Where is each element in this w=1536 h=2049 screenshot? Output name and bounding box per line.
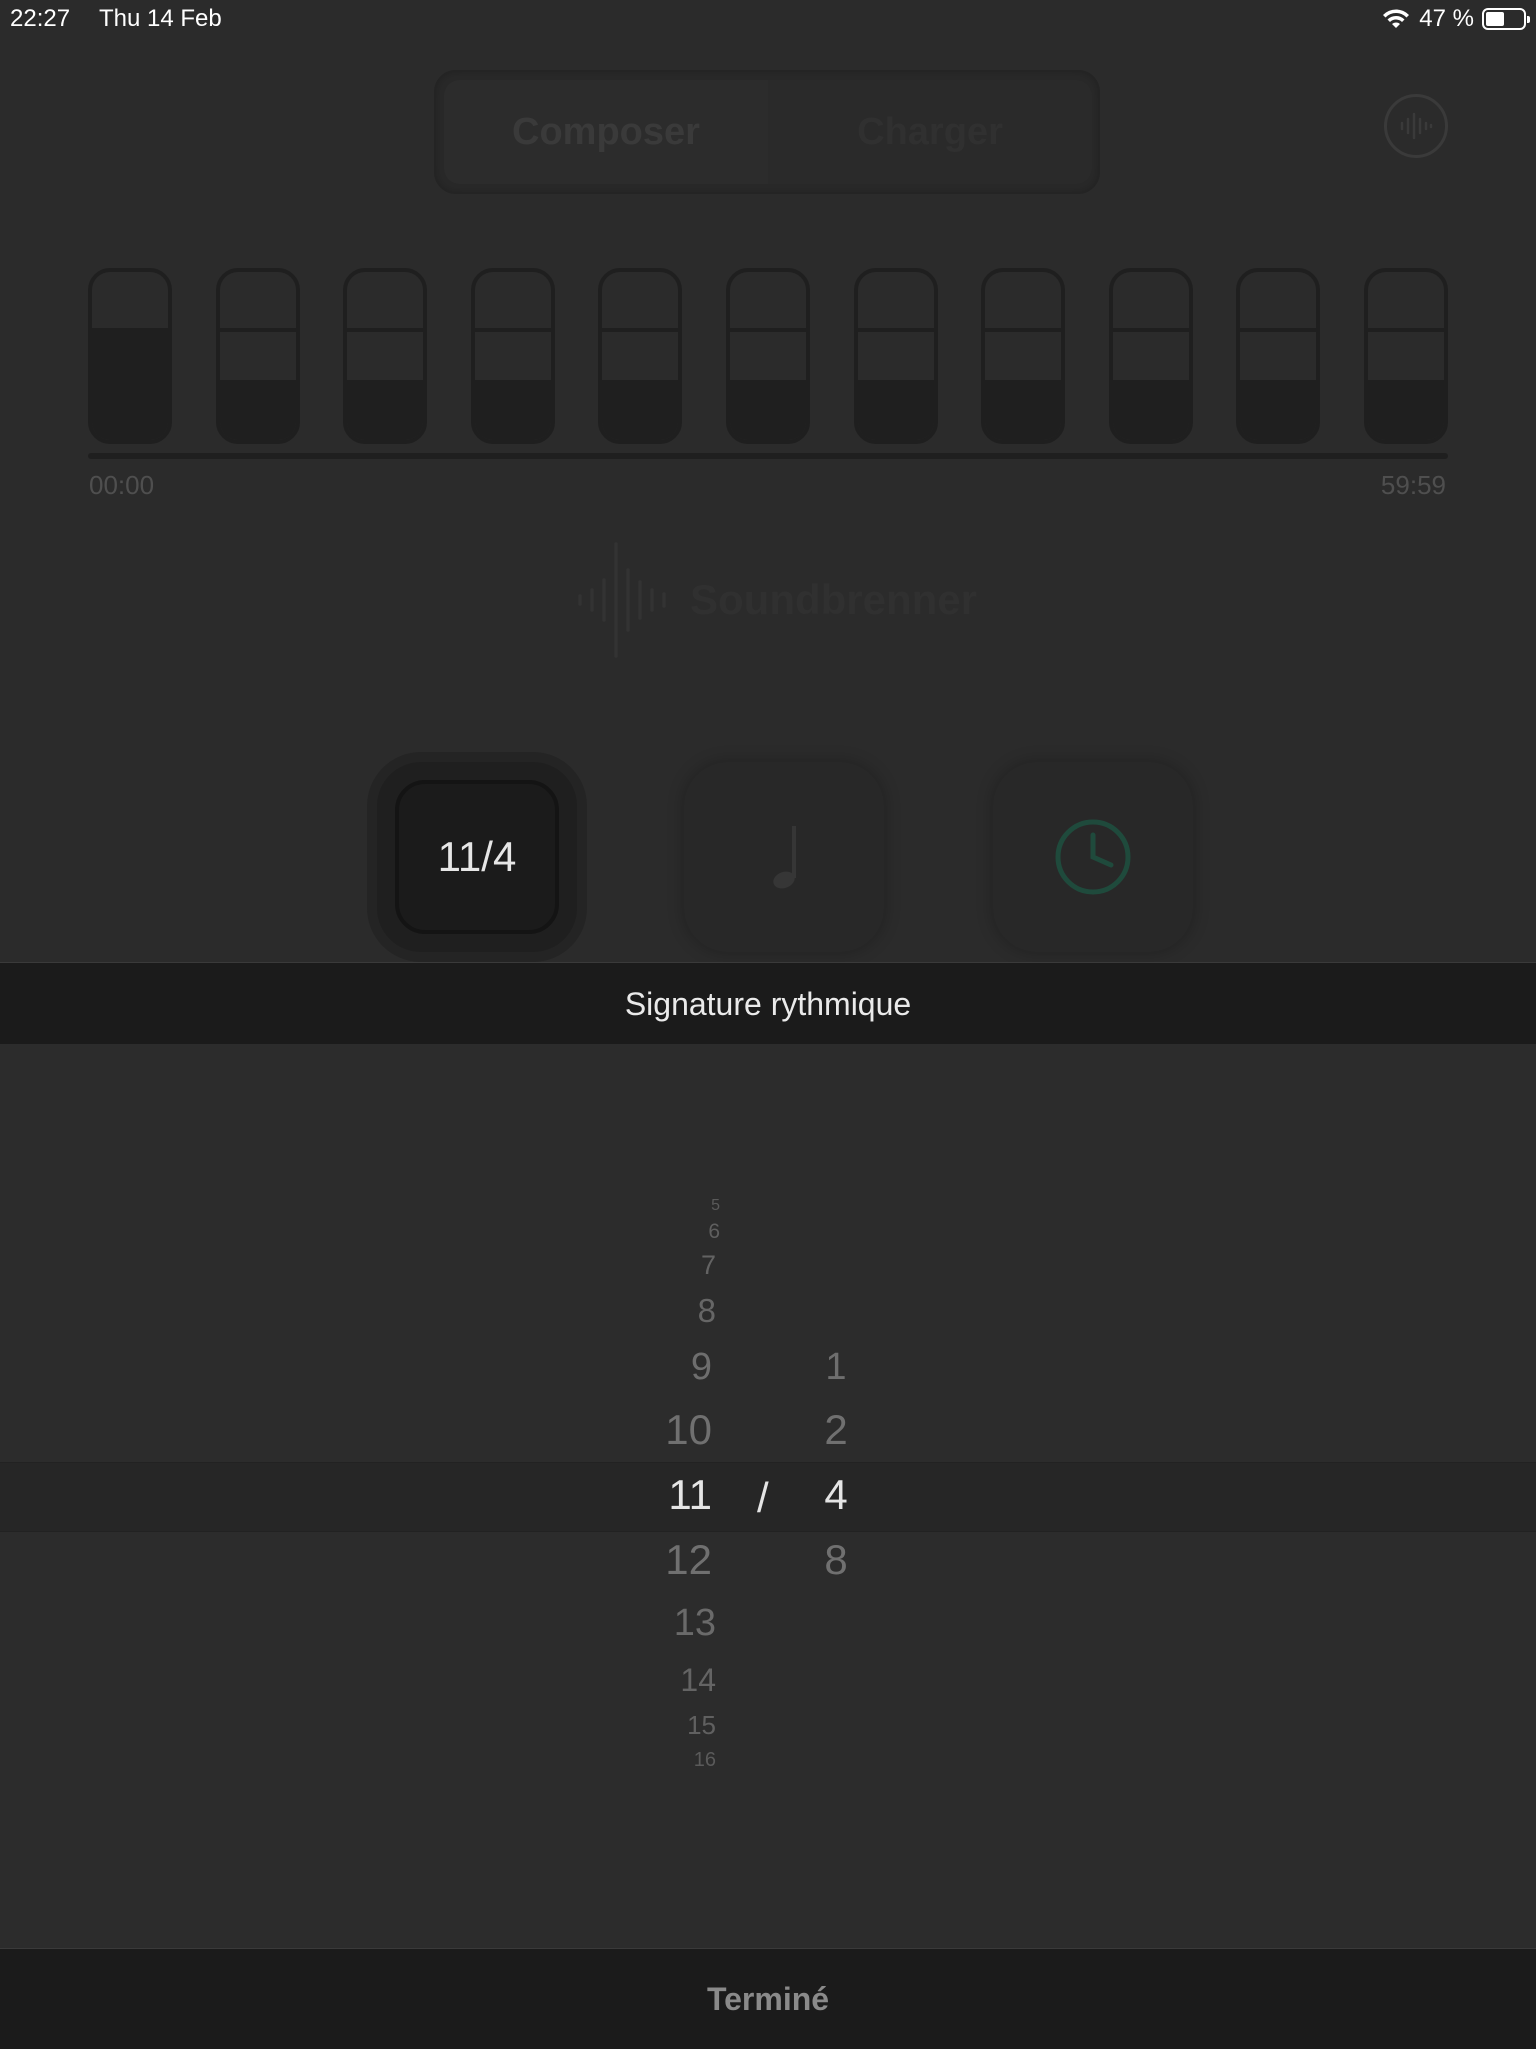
numerator-option[interactable]: 6 — [690, 1221, 720, 1242]
numerator-option-selected[interactable]: 11 — [662, 1474, 712, 1516]
logo-text: Soundbrenner — [690, 576, 978, 623]
measure-bar[interactable] — [854, 268, 938, 444]
device-button[interactable] — [1384, 94, 1448, 158]
numerator-option[interactable]: 9 — [680, 1348, 712, 1386]
timer-button[interactable] — [993, 762, 1193, 952]
measure-bar[interactable] — [88, 268, 172, 444]
measure-bar[interactable] — [1364, 268, 1448, 444]
subdivision-button[interactable] — [684, 762, 884, 952]
measure-bar[interactable] — [981, 268, 1065, 444]
measure-bar[interactable] — [471, 268, 555, 444]
status-date: Thu 14 Feb — [99, 5, 222, 32]
picker-separator: / — [757, 1474, 769, 1521]
numerator-option[interactable]: 5 — [696, 1198, 720, 1214]
soundbrenner-logo: Soundbrenner — [576, 540, 977, 660]
tab-compose[interactable]: Composer — [444, 80, 768, 184]
measure-bars — [88, 268, 1448, 444]
numerator-option[interactable]: 13 — [666, 1604, 716, 1642]
measure-bar[interactable] — [598, 268, 682, 444]
status-right: 47 % — [1381, 5, 1530, 33]
clock-icon — [1055, 819, 1131, 895]
numerator-option[interactable]: 8 — [684, 1294, 716, 1327]
denominator-option[interactable]: 8 — [816, 1539, 856, 1581]
battery-percent: 47 % — [1419, 5, 1474, 32]
done-button[interactable]: Terminé — [0, 1948, 1536, 2049]
timeline-track[interactable] — [88, 453, 1448, 459]
music-note-icon — [773, 826, 796, 889]
denominator-option[interactable]: 2 — [816, 1409, 856, 1451]
timeline-end: 59:59 — [1380, 470, 1446, 500]
measure-bar[interactable] — [1109, 268, 1193, 444]
denominator-option-selected[interactable]: 4 — [816, 1474, 856, 1516]
numerator-option[interactable]: 14 — [670, 1664, 716, 1696]
numerator-option[interactable]: 7 — [686, 1252, 716, 1279]
measure-bar[interactable] — [343, 268, 427, 444]
wifi-icon — [1383, 9, 1410, 28]
measure-bar[interactable] — [216, 268, 300, 444]
mode-segmented-control: Composer Charger — [434, 70, 1100, 194]
status-bar: 22:27 Thu 14 Feb 47 % — [0, 0, 1536, 40]
timeline-start: 00:00 — [89, 470, 155, 500]
tab-load[interactable]: Charger — [768, 80, 1092, 184]
status-time: 22:27 — [10, 5, 71, 32]
picker-title: Signature rythmique — [0, 962, 1536, 1046]
waveform-icon — [1400, 112, 1433, 140]
battery-icon — [1482, 8, 1530, 30]
measure-bar[interactable] — [726, 268, 810, 444]
measure-bar[interactable] — [1236, 268, 1320, 444]
numerator-option[interactable]: 12 — [662, 1539, 712, 1581]
time-signature-button[interactable]: 11/4 — [377, 762, 577, 952]
numerator-option[interactable]: 15 — [674, 1712, 716, 1738]
denominator-option[interactable]: 1 — [816, 1348, 856, 1386]
time-signature-value: 11/4 — [395, 780, 559, 934]
logo-waveform-icon — [578, 542, 666, 658]
numerator-option[interactable]: 16 — [676, 1750, 716, 1770]
numerator-option[interactable]: 10 — [662, 1409, 712, 1451]
